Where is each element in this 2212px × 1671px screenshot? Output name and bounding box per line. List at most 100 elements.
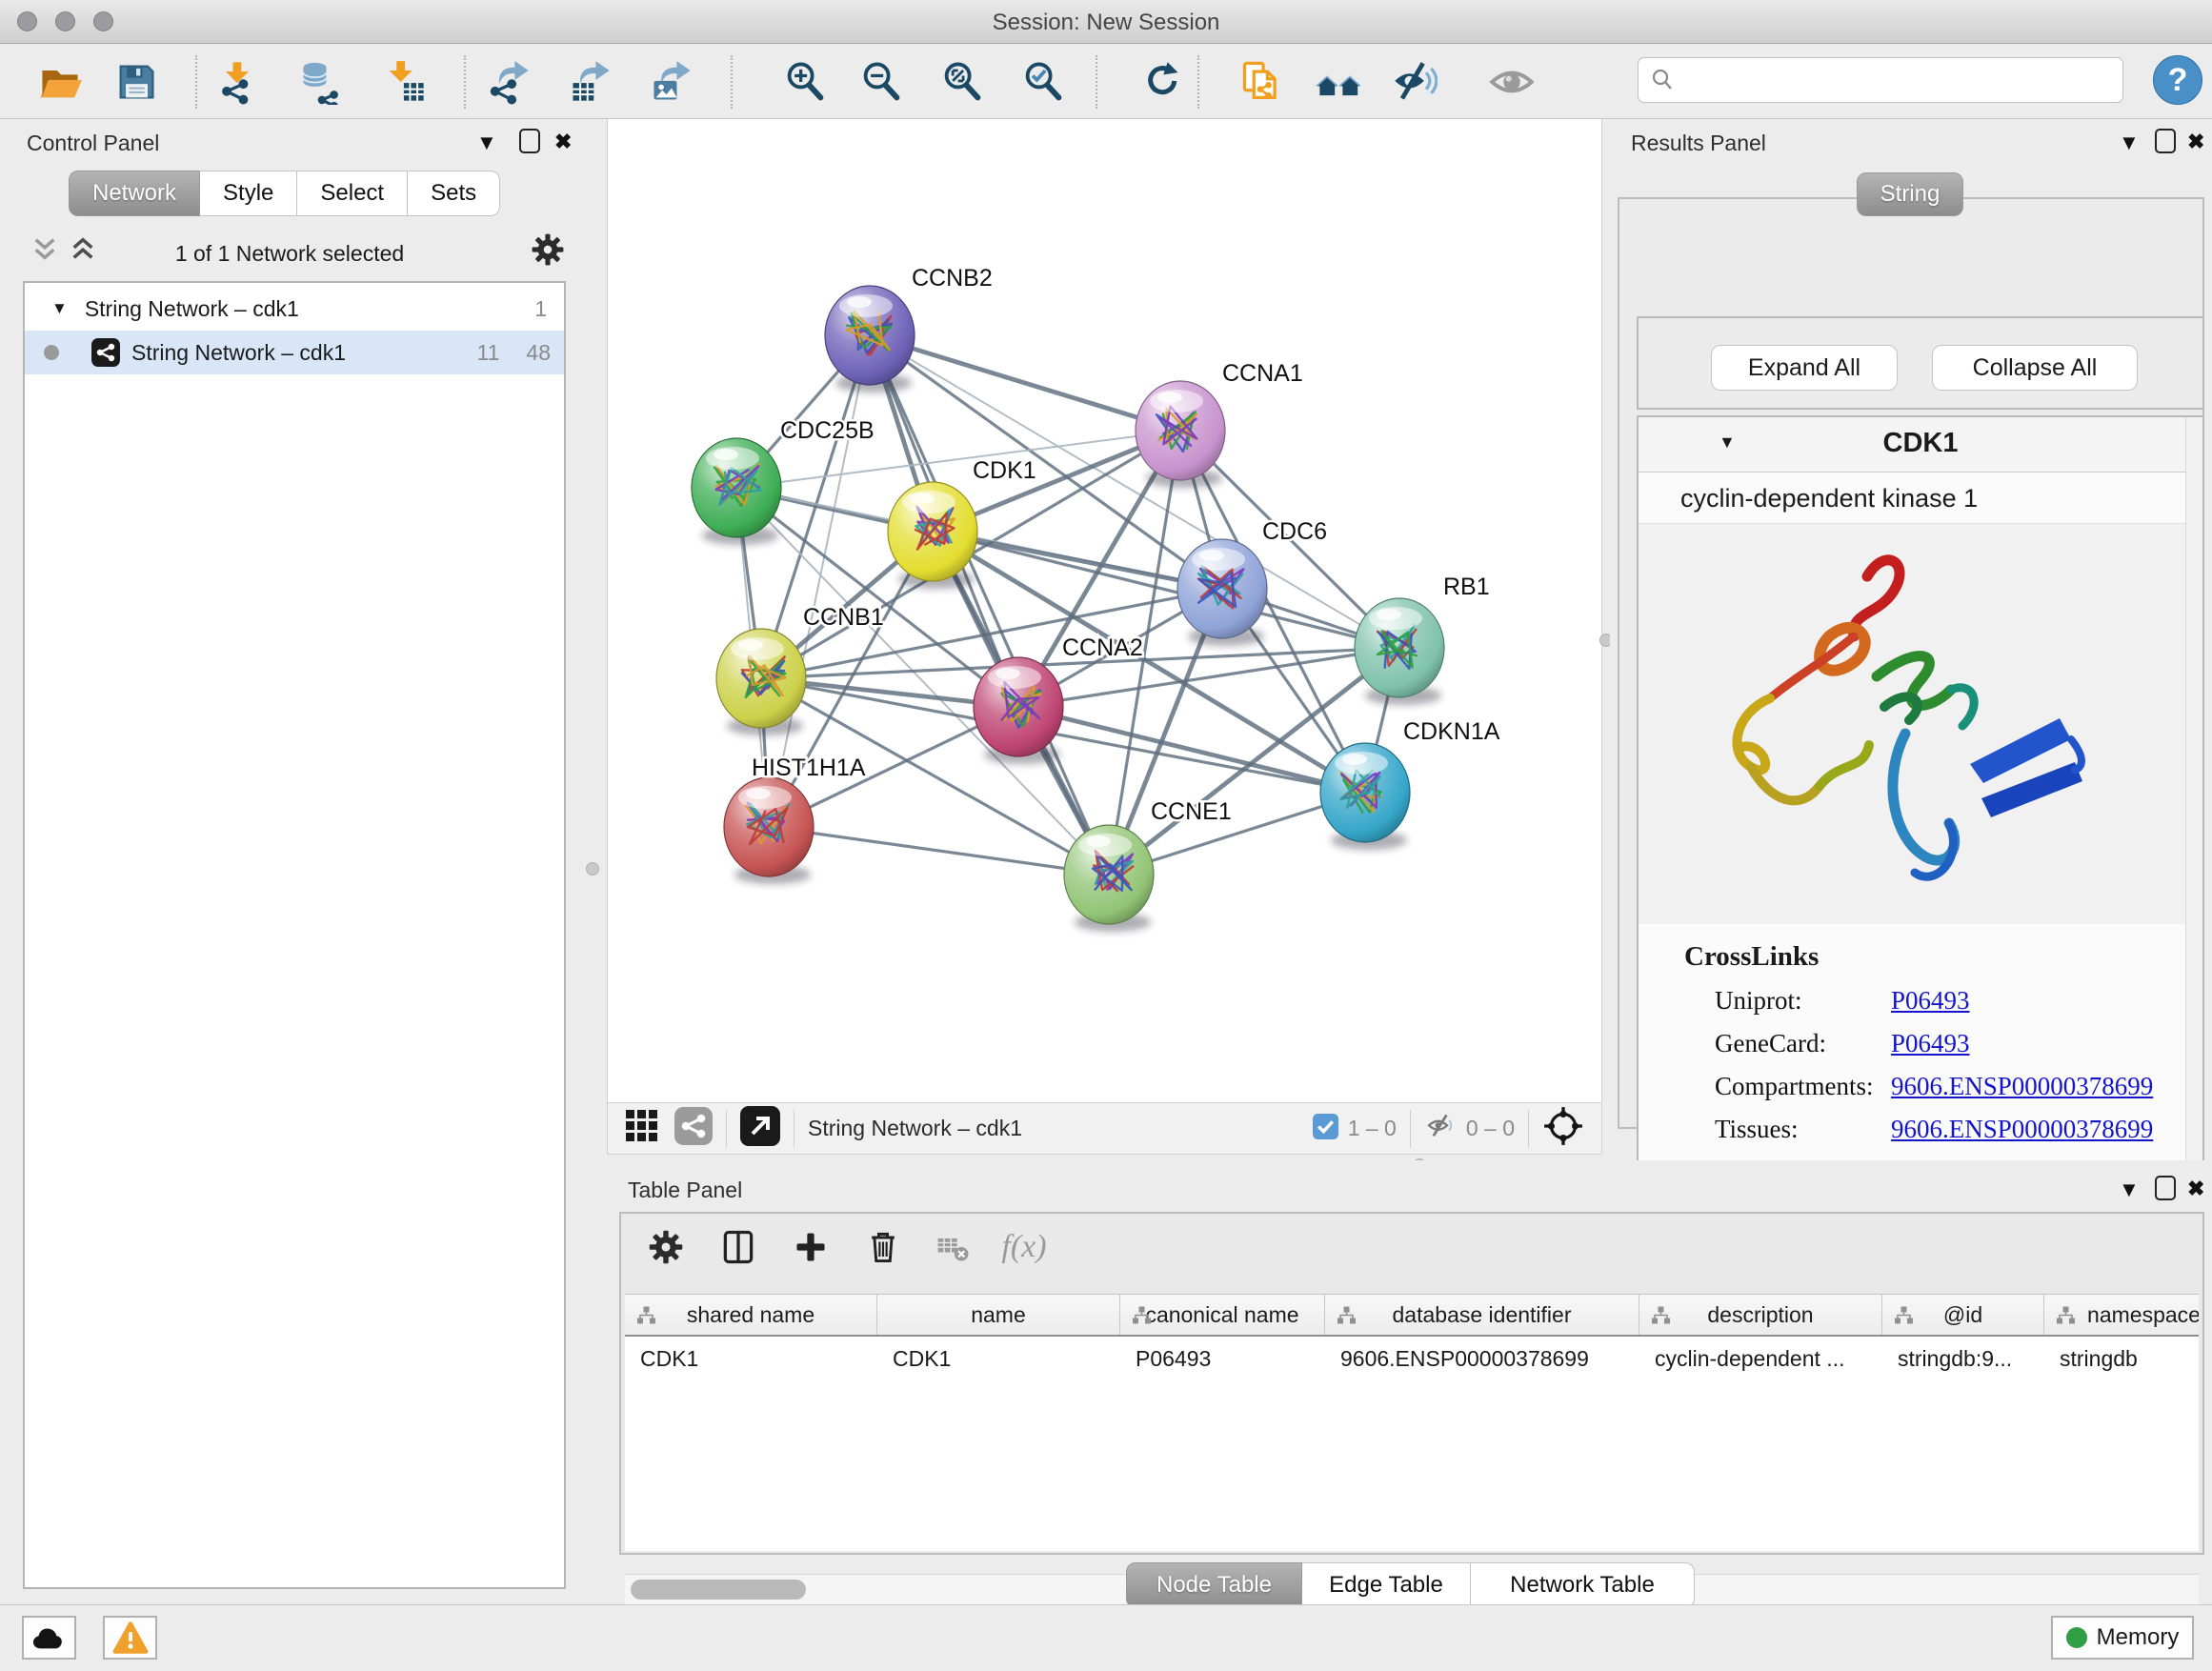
zoom-in-button[interactable] <box>774 51 835 112</box>
scrollbar-thumb[interactable] <box>631 1580 806 1600</box>
zoom-fit-icon <box>939 59 985 105</box>
zoom-selected-button[interactable] <box>1013 51 1074 112</box>
network-node-CDK1[interactable] <box>888 482 977 589</box>
column-header-canonical-name[interactable]: canonical name <box>1120 1295 1325 1335</box>
network-node-HIST1H1A[interactable] <box>724 777 814 884</box>
apply-layout-button[interactable] <box>1130 51 1191 112</box>
float-panel-button[interactable]: ▼ <box>2119 132 2140 153</box>
table-cell[interactable]: P06493 <box>1120 1337 1325 1380</box>
hide-selected-button[interactable] <box>1384 51 1445 112</box>
collapse-all-button[interactable]: Collapse All <box>1932 345 2138 391</box>
first-neighbors-button[interactable] <box>1308 51 1369 112</box>
table-cell[interactable]: cyclin-dependent ... <box>1639 1337 1882 1380</box>
save-session-button[interactable] <box>106 51 167 112</box>
show-columns-button[interactable] <box>716 1225 760 1269</box>
network-canvas[interactable]: CCNB2CCNA1CDC25BCDK1CDC6RB1CCNB1CCNA2CDK… <box>607 119 1602 1102</box>
export-network-button[interactable] <box>479 51 540 112</box>
gene-header-row[interactable]: ▼ CDK1 <box>1639 417 2202 473</box>
show-all-button[interactable] <box>1481 51 1542 112</box>
left-splitter-grip[interactable] <box>586 862 599 876</box>
table-cell[interactable]: 9606.ENSP00000378699 <box>1325 1337 1639 1380</box>
collapse-triangle-icon[interactable]: ▼ <box>51 299 68 318</box>
function-builder-button[interactable]: f(x) <box>1002 1225 1046 1269</box>
export-table-button[interactable] <box>560 51 621 112</box>
crosslink-value-link[interactable]: 9606.ENSP00000378699 <box>1891 1115 2153 1144</box>
tab-string[interactable]: String <box>1857 172 1963 216</box>
grid-mode-button[interactable] <box>623 1107 661 1150</box>
create-column-button[interactable] <box>789 1225 833 1269</box>
network-node-RB1[interactable] <box>1355 598 1444 705</box>
sitemap-icon <box>1894 1306 1914 1324</box>
import-network-database-button[interactable] <box>291 51 352 112</box>
zoom-out-button[interactable] <box>851 51 912 112</box>
import-table-button[interactable] <box>374 51 435 112</box>
column-header-namespace[interactable]: namespace <box>2044 1295 2199 1335</box>
warnings-button[interactable] <box>103 1616 157 1660</box>
network-options-button[interactable] <box>530 232 566 272</box>
network-node-CCNB2[interactable] <box>825 286 915 393</box>
network-node-CDKN1A[interactable] <box>1320 743 1410 850</box>
detach-view-button[interactable] <box>740 1106 780 1151</box>
control-panel: Control Panel ▼ ✖ Network Style Select S… <box>10 119 570 1604</box>
table-cell[interactable]: CDK1 <box>625 1337 877 1380</box>
duplicate-network-button[interactable] <box>1232 51 1293 112</box>
delete-table-button[interactable] <box>932 1225 975 1269</box>
table-row[interactable]: CDK1CDK1P064939606.ENSP00000378699cyclin… <box>625 1337 2199 1380</box>
column-header-description[interactable]: description <box>1639 1295 1882 1335</box>
close-panel-button[interactable]: ✖ <box>554 131 572 152</box>
column-header-database-identifier[interactable]: database identifier <box>1325 1295 1639 1335</box>
export-table-icon <box>568 59 613 105</box>
import-network-file-button[interactable] <box>208 51 269 112</box>
open-session-button[interactable] <box>30 51 90 112</box>
control-panel-title: Control Panel <box>27 131 159 156</box>
column-header-shared-name[interactable]: shared name <box>625 1295 877 1335</box>
hidden-indicator <box>1424 1112 1458 1145</box>
delete-column-button[interactable] <box>861 1225 905 1269</box>
tab-network[interactable]: Network <box>69 171 200 216</box>
table-cell[interactable]: CDK1 <box>877 1337 1120 1380</box>
expand-all-button[interactable]: Expand All <box>1711 345 1898 391</box>
results-scrollbar[interactable] <box>2185 417 2202 1193</box>
search-input[interactable] <box>1682 62 2111 98</box>
network-node-CDC25B[interactable] <box>692 438 781 545</box>
cloud-status-button[interactable] <box>22 1616 76 1660</box>
search-box <box>1638 57 2123 103</box>
tab-style[interactable]: Style <box>200 171 297 216</box>
network-node-CCNE1[interactable] <box>1064 825 1154 932</box>
crosslink-value-link[interactable]: 9606.ENSP00000378699 <box>1891 1072 2153 1101</box>
tab-edge-table[interactable]: Edge Table <box>1302 1562 1471 1608</box>
network-view-button[interactable] <box>674 1107 713 1150</box>
float-panel-button[interactable]: ▼ <box>476 132 497 153</box>
table-options-button[interactable] <box>644 1225 688 1269</box>
memory-button[interactable]: Memory <box>2051 1616 2194 1660</box>
float-panel-button[interactable]: ▼ <box>2119 1179 2140 1200</box>
maximize-panel-button[interactable] <box>2155 129 2176 153</box>
tab-select[interactable]: Select <box>297 171 408 216</box>
network-node-CCNB1[interactable] <box>716 629 806 735</box>
close-panel-button[interactable]: ✖ <box>2187 1178 2204 1199</box>
maximize-panel-button[interactable] <box>2155 1176 2176 1200</box>
column-header-name[interactable]: name <box>877 1295 1120 1335</box>
close-panel-button[interactable]: ✖ <box>2187 131 2204 152</box>
table-cell[interactable]: stringdb <box>2044 1337 2199 1380</box>
network-node-CDC6[interactable] <box>1177 539 1267 646</box>
tab-node-table[interactable]: Node Table <box>1126 1562 1302 1608</box>
export-image-button[interactable] <box>641 51 702 112</box>
network-row[interactable]: String Network – cdk1 11 48 <box>25 331 564 374</box>
help-button[interactable]: ? <box>2153 55 2202 105</box>
column-header--id[interactable]: @id <box>1882 1295 2044 1335</box>
crosslink-value-link[interactable]: P06493 <box>1891 1029 1970 1058</box>
tab-network-table[interactable]: Network Table <box>1471 1562 1695 1608</box>
table-cell[interactable]: stringdb:9... <box>1882 1337 2044 1380</box>
selected-checkbox[interactable] <box>1313 1114 1338 1144</box>
maximize-panel-button[interactable] <box>519 129 540 153</box>
network-graph[interactable]: CCNB2CCNA1CDC25BCDK1CDC6RB1CCNB1CCNA2CDK… <box>608 119 1601 1100</box>
toolbar-divider <box>726 1110 727 1148</box>
birdseye-view-button[interactable] <box>1542 1105 1584 1152</box>
crosslink-value-link[interactable]: P06493 <box>1891 986 1970 1016</box>
network-node-CCNA1[interactable] <box>1136 381 1225 488</box>
results-panel-body: Expand All Collapse All ▼ CDK1 cyclin-de… <box>1618 197 2204 1129</box>
tab-sets[interactable]: Sets <box>408 171 500 216</box>
zoom-fit-button[interactable] <box>932 51 993 112</box>
network-collection-row[interactable]: ▼ String Network – cdk1 1 <box>25 287 564 331</box>
